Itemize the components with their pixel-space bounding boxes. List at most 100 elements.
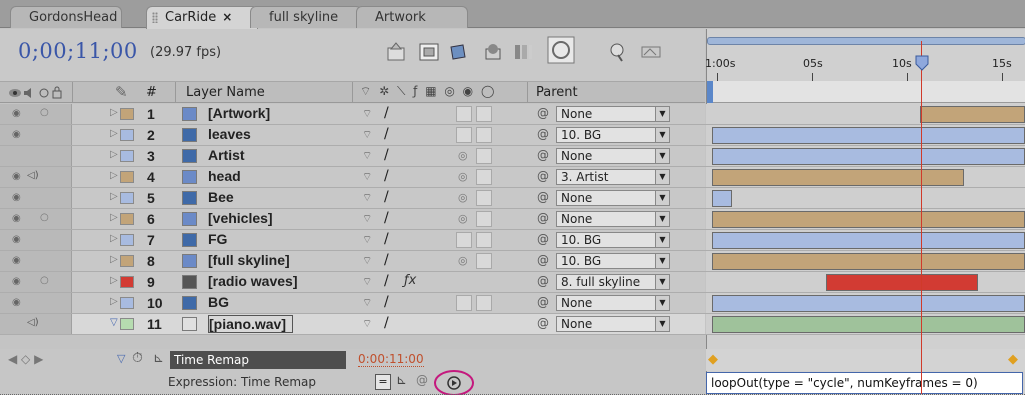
quality-switch-icon[interactable]: / [384, 189, 389, 205]
pick-whip-icon[interactable]: @ [537, 127, 549, 141]
dropdown-arrow-icon[interactable]: ▼ [655, 233, 669, 247]
expand-triangle-icon[interactable]: ▷ [110, 170, 118, 181]
audio-speaker-icon[interactable]: ◁) [27, 317, 39, 328]
pick-whip-icon[interactable]: @ [537, 148, 549, 162]
keyframe-start-icon[interactable]: ◆ [708, 352, 718, 367]
expand-triangle-icon[interactable]: ▷ [110, 107, 118, 118]
stopwatch-icon[interactable]: ⏱ [132, 350, 143, 366]
dropdown-arrow-icon[interactable]: ▼ [655, 149, 669, 163]
switch-box[interactable] [476, 148, 492, 164]
parent-dropdown[interactable]: 10. BG ▼ [556, 232, 670, 248]
label-color-swatch[interactable] [120, 297, 134, 309]
switch-box[interactable] [476, 106, 492, 122]
dropdown-arrow-icon[interactable]: ▼ [655, 275, 669, 289]
shy-switch-icon[interactable]: ⌔ [362, 149, 372, 163]
dropdown-arrow-icon[interactable]: ▼ [655, 170, 669, 184]
expand-triangle-icon[interactable]: ▷ [110, 233, 118, 244]
layer-duration-bar[interactable] [712, 253, 1025, 270]
layer-duration-bar[interactable] [712, 190, 732, 207]
expression-enable-icon[interactable]: = [375, 374, 391, 390]
audio-waveform-bar[interactable] [712, 316, 1025, 333]
keyframe-end-icon[interactable]: ◆ [1008, 352, 1018, 367]
collapse-transform-icon[interactable]: ◎ [458, 212, 468, 225]
layer-row[interactable]: ◉ ▷ 2 leaves ⌔ / @ 10. BG ▼ [0, 125, 1025, 146]
frame-blending-icon[interactable] [482, 41, 504, 63]
collapse-transform-icon[interactable]: ◎ [458, 191, 468, 204]
switch-box[interactable] [456, 106, 472, 122]
layer-row[interactable]: ◉ ○ ▷ 6 [vehicles] ⌔ / ◎ @ None ▼ [0, 209, 1025, 230]
pick-whip-icon[interactable]: @ [537, 106, 549, 120]
layer-duration-bar[interactable] [712, 232, 1025, 249]
pick-whip-icon[interactable]: @ [537, 169, 549, 183]
pick-whip-icon[interactable]: @ [537, 295, 549, 309]
layer-row[interactable]: ◉ ▷ 10 BG ⌔ / @ None ▼ [0, 293, 1025, 314]
pick-whip-icon[interactable]: @ [537, 211, 549, 225]
quality-switch-icon[interactable]: / [384, 210, 389, 226]
layer-name[interactable]: leaves [208, 126, 251, 142]
quality-switch-icon[interactable]: / [384, 168, 389, 184]
layer-row[interactable]: ◉ ○ ▷ 9 [radio waves] ⌔ / ƒx @ 8. full sk… [0, 272, 1025, 293]
layer-name-column-header[interactable]: Layer Name [186, 85, 265, 100]
quality-switch-icon[interactable]: / [384, 294, 389, 310]
label-color-swatch[interactable] [120, 213, 134, 225]
shy-switch-icon[interactable]: ⌔ [362, 317, 372, 331]
quality-switch-icon[interactable]: / [384, 231, 389, 247]
shy-switch-icon[interactable]: ⌔ [362, 128, 372, 142]
layer-name[interactable]: [vehicles] [208, 210, 273, 226]
layer-name[interactable]: [Artwork] [208, 105, 270, 121]
quality-switch-icon[interactable]: / [384, 252, 389, 268]
parent-dropdown[interactable]: 10. BG ▼ [556, 253, 670, 269]
switch-box[interactable] [476, 169, 492, 185]
shy-switch-icon[interactable]: ⌔ [362, 191, 372, 205]
parent-dropdown[interactable]: None ▼ [556, 295, 670, 311]
tab-gordonshead[interactable]: GordonsHead [10, 6, 122, 28]
dropdown-arrow-icon[interactable]: ▼ [655, 296, 669, 310]
current-time-indicator-icon[interactable] [914, 55, 930, 71]
layer-duration-bar[interactable] [712, 295, 1025, 312]
video-eye-icon[interactable]: ◉ [12, 234, 21, 245]
switch-box[interactable] [456, 127, 472, 143]
shy-switch-icon[interactable]: ⌔ [362, 170, 372, 184]
collapse-transform-icon[interactable]: ◎ [458, 149, 468, 162]
switch-box[interactable] [476, 295, 492, 311]
layer-row[interactable]: ◉ ▷ 7 FG ⌔ / @ 10. BG ▼ [0, 230, 1025, 251]
current-time-indicator-line[interactable] [921, 41, 922, 394]
switch-box[interactable] [476, 253, 492, 269]
solo-icon[interactable]: ○ [40, 107, 49, 118]
switch-box[interactable] [476, 127, 492, 143]
layer-name[interactable]: [full skyline] [208, 252, 290, 268]
dropdown-arrow-icon[interactable]: ▼ [655, 128, 669, 142]
hide-shy-layers-icon[interactable] [447, 41, 469, 63]
time-ruler[interactable]: 1:00s 05s 10s 15s [705, 49, 1025, 81]
label-color-swatch[interactable] [120, 171, 134, 183]
layer-row-selected[interactable]: ◁) ▽ 11 [piano.wav] ⌔ / @ None ▼ [0, 314, 1025, 335]
solo-icon[interactable]: ○ [40, 212, 49, 223]
layer-name[interactable]: [radio waves] [208, 273, 297, 289]
layer-row[interactable]: ◉ ○ ▷ 1 [Artwork] ⌔ / @ None ▼ [0, 104, 1025, 125]
tab-full-skyline[interactable]: full skyline [250, 6, 362, 28]
pick-whip-icon[interactable]: @ [537, 253, 549, 267]
quality-switch-icon[interactable]: / [384, 315, 389, 331]
tab-artwork[interactable]: Artwork [356, 6, 468, 28]
layer-row[interactable]: ◉ ◁) ▷ 4 head ⌔ / ◎ @ 3. Artist ▼ [0, 167, 1025, 188]
shy-switch-icon[interactable]: ⌔ [362, 212, 372, 226]
live-update-icon[interactable] [640, 41, 662, 63]
work-area-start-handle[interactable] [707, 81, 713, 103]
video-eye-icon[interactable]: ◉ [12, 213, 21, 224]
expand-triangle-icon[interactable]: ▷ [110, 191, 118, 202]
pick-whip-icon[interactable]: @ [537, 316, 549, 330]
quality-switch-icon[interactable]: / [384, 126, 389, 142]
video-eye-icon[interactable]: ◉ [12, 129, 21, 140]
video-eye-icon[interactable]: ◉ [12, 171, 21, 182]
switch-box[interactable] [476, 190, 492, 206]
layer-name[interactable]: FG [208, 231, 227, 247]
dropdown-arrow-icon[interactable]: ▼ [655, 191, 669, 205]
layer-duration-bar[interactable] [920, 106, 1025, 123]
time-remap-value[interactable]: 0:00:11:00 [358, 352, 424, 367]
dropdown-arrow-icon[interactable]: ▼ [655, 107, 669, 121]
quality-switch-icon[interactable]: / [384, 147, 389, 163]
motion-blur-icon[interactable] [512, 41, 534, 63]
label-color-swatch[interactable] [120, 255, 134, 267]
graph-editor-icon[interactable] [546, 35, 576, 65]
expression-language-menu-icon[interactable] [432, 369, 476, 395]
